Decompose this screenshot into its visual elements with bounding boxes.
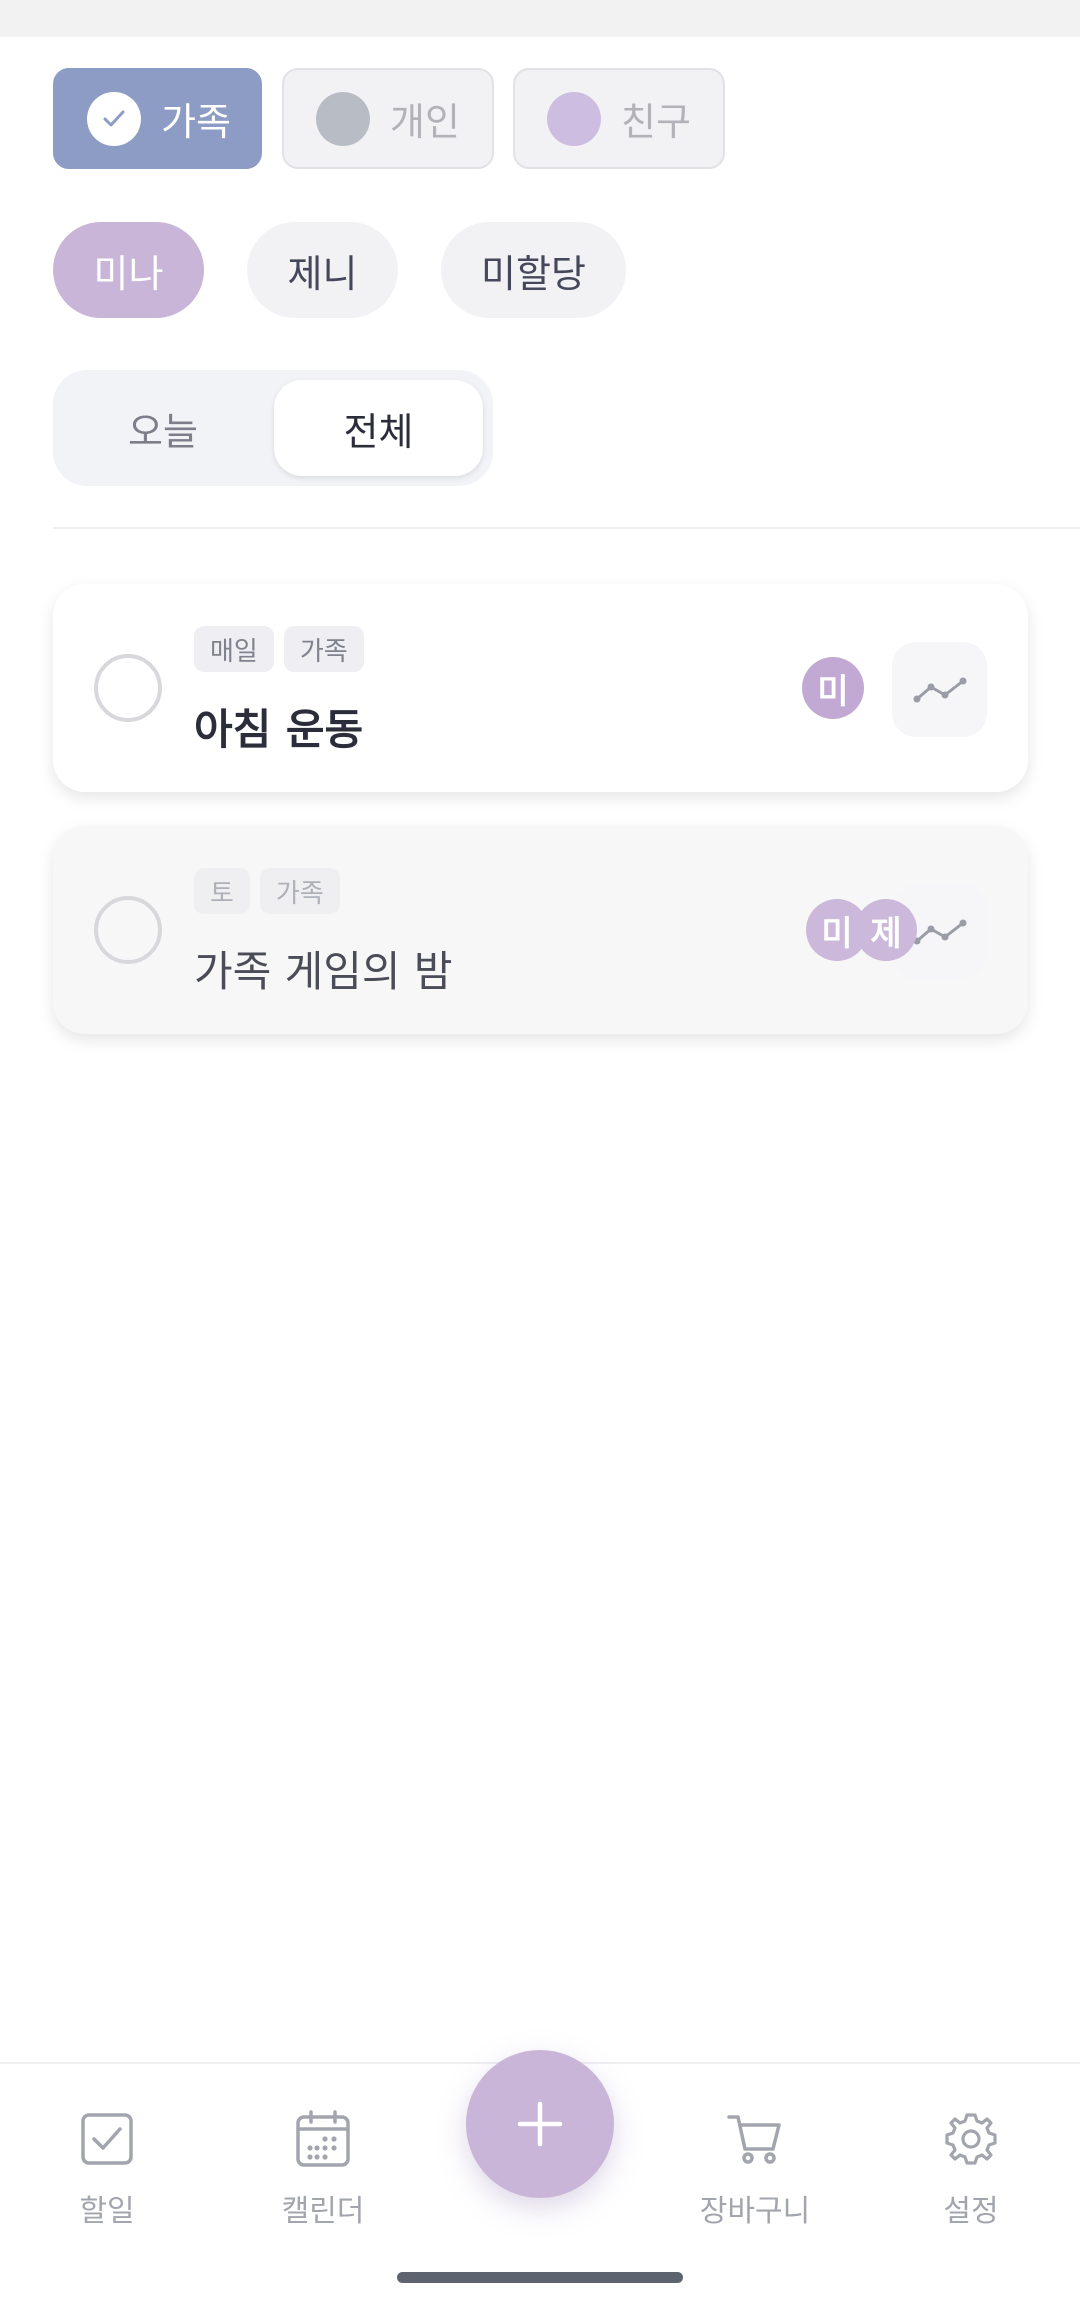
task-title: 아침 운동 (194, 705, 364, 754)
category-label: 가족 (161, 100, 231, 144)
checkbox-icon (27, 2104, 187, 2174)
task-title: 가족 게임의 밤 (194, 947, 453, 996)
add-task-button[interactable] (466, 2050, 614, 2198)
person-pill-unassigned[interactable]: 미할당 (441, 222, 626, 318)
category-chip-personal[interactable]: 개인 (282, 68, 494, 169)
task-tags: 토 가족 (194, 868, 340, 914)
person-label: 미할당 (481, 251, 586, 296)
category-chip-friends[interactable]: 친구 (513, 68, 725, 169)
nav-label: 장바구니 (699, 2194, 811, 2229)
tag-category: 가족 (259, 868, 340, 914)
task-checkbox[interactable] (94, 654, 162, 722)
person-pill-mina[interactable]: 미나 (53, 222, 204, 318)
task-checkbox[interactable] (94, 896, 162, 964)
person-label: 미나 (93, 251, 164, 296)
trend-line-icon (913, 919, 966, 944)
status-bar-area (0, 0, 1080, 37)
category-color-dot (547, 91, 601, 146)
home-indicator (397, 2272, 683, 2283)
task-card[interactable]: 토 가족 가족 게임의 밤 미 제 (53, 826, 1028, 1034)
calendar-icon (243, 2104, 403, 2174)
check-circle-icon (87, 91, 141, 146)
nav-item-calendar[interactable]: 캘린더 (243, 2104, 403, 2230)
toggle-label: 전체 (343, 409, 414, 454)
category-chip-family[interactable]: 가족 (53, 68, 262, 169)
nav-label: 설정 (943, 2194, 999, 2229)
category-label: 친구 (621, 100, 691, 144)
nav-item-todo[interactable]: 할일 (27, 2104, 187, 2230)
view-toggle: 오늘 전체 (53, 370, 493, 486)
category-color-dot (316, 91, 370, 146)
assignee-avatar: 미 (802, 657, 864, 719)
tag-repeat: 매일 (194, 626, 274, 672)
toggle-today[interactable]: 오늘 (63, 380, 263, 476)
person-pill-jenny[interactable]: 제니 (247, 222, 398, 318)
task-tags: 매일 가족 (194, 626, 364, 672)
stats-button[interactable] (892, 642, 987, 737)
nav-label: 할일 (79, 2194, 135, 2229)
cart-icon (675, 2104, 835, 2174)
tag-repeat: 토 (194, 868, 250, 914)
nav-label: 캘린더 (281, 2194, 365, 2229)
trend-line-icon (913, 677, 966, 702)
tag-category: 가족 (283, 626, 364, 672)
divider (53, 527, 1080, 529)
person-label: 제니 (287, 251, 358, 296)
task-card[interactable]: 매일 가족 아침 운동 미 (53, 584, 1028, 792)
app-screen: 가족 개인 친구 미나 제니 미할당 오늘 전체 매일 가족 아침 운동 미 토… (0, 0, 1080, 2310)
nav-item-cart[interactable]: 장바구니 (675, 2104, 835, 2230)
nav-item-settings[interactable]: 설정 (891, 2104, 1051, 2230)
assignee-avatar: 미 (806, 899, 868, 961)
gear-icon (891, 2104, 1051, 2174)
toggle-label: 오늘 (128, 409, 198, 454)
category-label: 개인 (390, 100, 460, 144)
toggle-all[interactable]: 전체 (274, 380, 483, 476)
plus-icon (517, 2101, 563, 2147)
